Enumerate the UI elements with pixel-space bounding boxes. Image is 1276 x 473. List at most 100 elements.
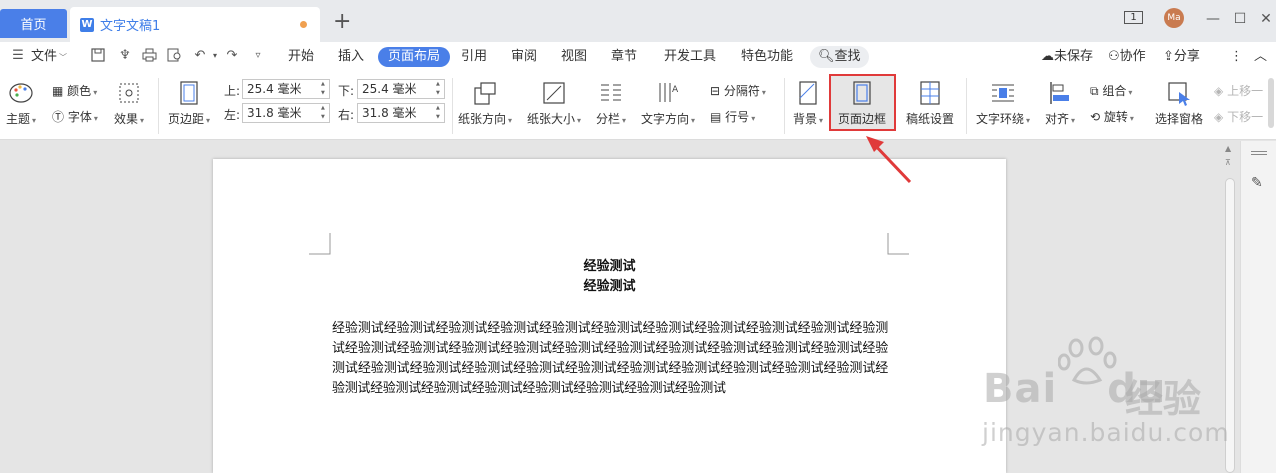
bottom-margin-input[interactable]: 25.4 毫米: [357, 79, 445, 99]
bring-forward-button[interactable]: ◈ 上移一: [1214, 82, 1263, 99]
watermark-url: jingyan.baidu.com: [982, 418, 1230, 447]
panel-handle-line: [1251, 154, 1267, 155]
margin-corner-top-left: [309, 233, 331, 255]
tab-home[interactable]: 首页: [0, 9, 67, 38]
search-button[interactable]: 🔍︎查找: [810, 46, 869, 68]
menu-home[interactable]: 开始: [288, 47, 314, 67]
document-page[interactable]: 经验测试 经验测试 经验测试经验测试经验测试经验测试经验测试经验测试经验测试经验…: [213, 159, 1006, 473]
menu-view[interactable]: 视图: [561, 47, 587, 67]
print-preview-icon[interactable]: [166, 48, 182, 64]
unsaved-status[interactable]: ☁未保存: [1041, 47, 1093, 67]
text-wrap-label: 文字环绕: [976, 112, 1025, 126]
ribbon-separator: [158, 78, 159, 134]
selection-pane-button[interactable]: 选择窗格: [1155, 80, 1203, 127]
tab-bar: 首页 W 文字文稿1 + 1 Ma — ☐ ✕: [0, 0, 1276, 42]
text-wrap-button[interactable]: 文字环绕 ▾: [976, 80, 1030, 127]
page-border-button[interactable]: 页面边框: [838, 80, 886, 127]
right-margin-input[interactable]: 31.8 毫米: [357, 103, 445, 123]
text-direction-icon: A: [659, 83, 679, 102]
tab-count-badge[interactable]: 1: [1124, 11, 1143, 24]
save-icon[interactable]: [90, 48, 106, 64]
menu-page-layout[interactable]: 页面布局: [378, 47, 451, 67]
align-button[interactable]: 对齐 ▾: [1045, 80, 1075, 127]
ribbon-separator: [966, 78, 967, 134]
paper-size-icon: [543, 82, 565, 104]
paper-size-label: 纸张大小: [527, 112, 576, 126]
share-label: 分享: [1173, 49, 1200, 64]
undo-icon[interactable]: ↶: [192, 48, 208, 64]
top-margin-input[interactable]: 25.4 毫米: [242, 79, 330, 99]
share-icon: ⇪: [1163, 49, 1174, 64]
restore-button[interactable]: ☐: [1232, 10, 1248, 28]
font-button[interactable]: Ⓣ 字体 ▾: [52, 108, 98, 125]
send-backward-button[interactable]: ◈ 下移一: [1214, 108, 1263, 125]
user-avatar[interactable]: Ma: [1164, 8, 1184, 28]
rotate-label: 旋转: [1103, 110, 1128, 124]
search-icon: 🔍︎: [818, 49, 835, 64]
orientation-button[interactable]: 纸张方向 ▾: [458, 80, 512, 127]
columns-icon: [601, 84, 622, 101]
group-button[interactable]: ⧉ 组合 ▾: [1090, 82, 1132, 99]
color-grid-icon: ▦: [52, 84, 64, 98]
theme-button[interactable]: 主题 ▾: [6, 80, 36, 127]
document-tab-title: 文字文稿1: [100, 19, 161, 34]
color-button[interactable]: ▦ 颜色 ▾: [52, 82, 97, 99]
effect-icon: [119, 83, 139, 103]
document-body-paragraph[interactable]: 经验测试经验测试经验测试经验测试经验测试经验测试经验测试经验测试经验测试经验测试…: [332, 319, 888, 399]
collapse-ribbon-icon[interactable]: ︿: [1254, 47, 1267, 67]
print-icon[interactable]: [141, 48, 157, 64]
left-margin-input[interactable]: 31.8 毫米: [242, 103, 330, 123]
menu-review[interactable]: 审阅: [511, 47, 537, 67]
minimize-button[interactable]: —: [1205, 10, 1221, 28]
line-numbers-button[interactable]: ▤ 行号 ▾: [710, 108, 755, 125]
effect-button[interactable]: 效果 ▾: [114, 80, 144, 127]
tab-document[interactable]: W 文字文稿1: [70, 7, 320, 42]
format-painter-icon[interactable]: ♆: [117, 48, 133, 64]
text-wrap-icon: [992, 84, 1015, 102]
pen-icon[interactable]: ✎: [1251, 175, 1263, 191]
undo-dropdown-icon[interactable]: ▾: [207, 48, 223, 64]
menu-file[interactable]: 文件 ﹀: [31, 47, 67, 67]
top-margin-label: 上:: [224, 84, 241, 98]
page-break-icon: ⊟: [710, 84, 721, 98]
rotate-button[interactable]: ⟲ 旋转 ▾: [1090, 108, 1134, 125]
text-direction-label: 文字方向: [641, 112, 690, 126]
more-options-icon[interactable]: ⋮: [1230, 47, 1243, 67]
share-button[interactable]: ⇪分享: [1163, 47, 1200, 67]
document-heading-2[interactable]: 经验测试: [213, 275, 1006, 294]
cloud-icon: ☁: [1041, 49, 1054, 64]
menu-developer[interactable]: 开发工具: [664, 47, 716, 67]
menu-special-features[interactable]: 特色功能: [741, 47, 793, 67]
page-border-icon: [853, 81, 871, 105]
orientation-icon: [474, 82, 496, 105]
margins-button[interactable]: 页边距 ▾: [168, 80, 210, 127]
menu-chapter[interactable]: 章节: [611, 47, 637, 67]
background-button[interactable]: 背景 ▾: [793, 80, 823, 127]
scroll-top-icon[interactable]: ⊼: [1225, 158, 1231, 167]
menu-bar: ☰ 文件 ﹀ ♆ ↶ ▾ ↷ ▿ 开始 插入 页面布局 引用 审阅 视图 章节 开…: [0, 42, 1276, 72]
page-margin-icon: [180, 81, 198, 105]
collaborate-button[interactable]: ⚇协作: [1108, 47, 1146, 67]
margins-label: 页边距: [168, 112, 205, 126]
redo-icon[interactable]: ↷: [224, 48, 240, 64]
new-tab-button[interactable]: +: [333, 10, 351, 34]
draft-paper-button[interactable]: 稿纸设置: [906, 80, 954, 127]
rotate-icon: ⟲: [1090, 110, 1101, 124]
orientation-label: 纸张方向: [458, 112, 507, 126]
page-border-label: 页面边框: [838, 112, 887, 126]
align-label: 对齐: [1045, 112, 1070, 126]
scroll-up-icon[interactable]: ▲: [1225, 144, 1231, 153]
breaks-button[interactable]: ⊟ 分隔符 ▾: [710, 82, 766, 99]
customize-toolbar-icon[interactable]: ▿: [250, 48, 266, 64]
menu-references[interactable]: 引用: [461, 47, 487, 67]
close-button[interactable]: ✕: [1258, 10, 1274, 28]
text-direction-button[interactable]: A 文字方向 ▾: [641, 80, 695, 127]
bottom-margin-label: 下:: [338, 84, 355, 98]
paper-size-button[interactable]: 纸张大小 ▾: [527, 80, 581, 127]
ribbon-scroll-indicator[interactable]: [1268, 78, 1274, 128]
menu-insert[interactable]: 插入: [338, 47, 364, 67]
panel-handle-icon[interactable]: [1251, 151, 1267, 152]
columns-button[interactable]: 分栏 ▾: [596, 80, 626, 127]
hamburger-icon[interactable]: ☰: [10, 48, 26, 64]
document-heading-1[interactable]: 经验测试: [213, 255, 1006, 274]
